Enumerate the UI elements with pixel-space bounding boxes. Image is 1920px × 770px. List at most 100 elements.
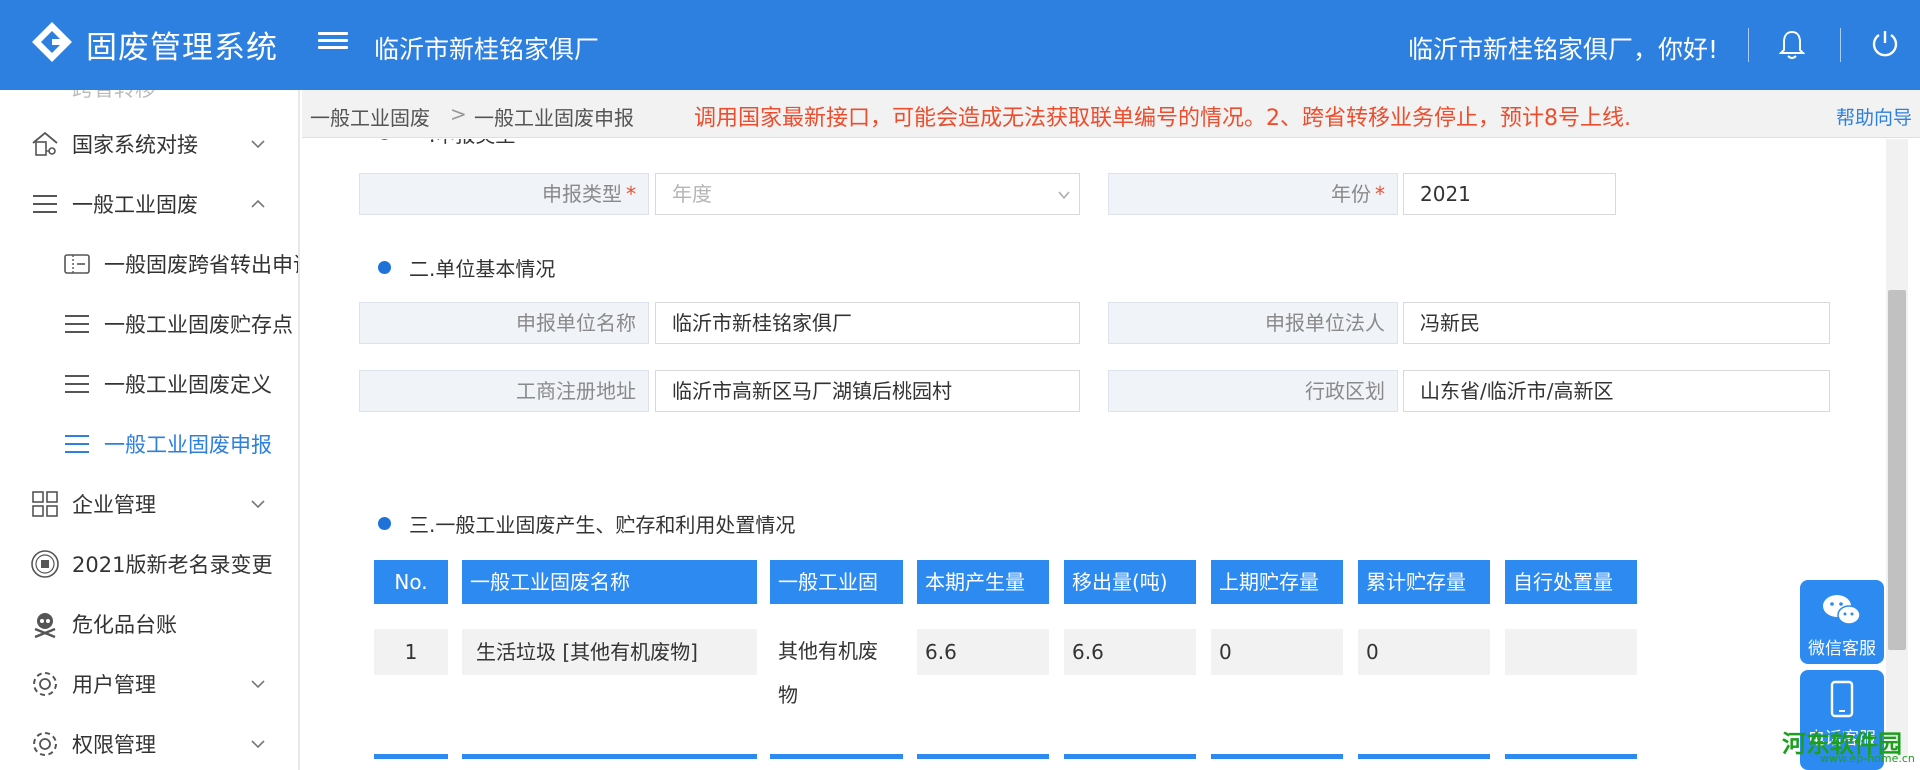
section-title: 一.申报类型 bbox=[378, 139, 515, 148]
sidebar-item-label: 危化品台账 bbox=[72, 613, 177, 637]
year-input[interactable]: 2021 bbox=[1403, 173, 1616, 215]
sidebar-item-label: 一般工业固废贮存点 bbox=[104, 313, 293, 337]
wechat-service-label: 微信客服 bbox=[1808, 639, 1876, 659]
breadcrumb-level1[interactable]: 一般工业固废 bbox=[310, 102, 430, 131]
address-label: 工商注册地址 bbox=[359, 370, 649, 412]
chevron-up-icon bbox=[251, 199, 265, 208]
sidebar-item-label: 一般固废跨省转出申请 bbox=[104, 253, 300, 277]
legal-person-input[interactable]: 冯新民 bbox=[1403, 302, 1830, 344]
list-icon bbox=[65, 315, 89, 333]
table-header-partial bbox=[374, 754, 448, 759]
sidebar-item-permissions[interactable]: 权限管理 bbox=[0, 716, 298, 770]
bullet-dot bbox=[378, 139, 391, 140]
header-divider bbox=[1748, 28, 1749, 62]
main-content: 一.申报类型 申报类型* 年度 年份* 2021 二.单位基本情况 申报单位名称… bbox=[302, 139, 1886, 759]
bell-icon[interactable] bbox=[1777, 29, 1807, 61]
chevron-down-icon bbox=[251, 500, 265, 509]
scrollbar-thumb[interactable] bbox=[1888, 290, 1906, 650]
table-header-total-stored: 累计贮存量 bbox=[1358, 560, 1490, 604]
breadcrumb-separator: > bbox=[450, 102, 467, 126]
table-header-partial bbox=[917, 754, 1049, 759]
app-logo-icon bbox=[32, 22, 72, 62]
sidebar-item-declaration[interactable]: 一般工业固废申报 bbox=[0, 416, 298, 472]
top-header: 固废管理系统 临沂市新桂铭家俱厂 临沂市新桂铭家俱厂，你好! bbox=[0, 0, 1920, 90]
table-header-prev-stored: 上期贮存量 bbox=[1211, 560, 1343, 604]
legal-person-label: 申报单位法人 bbox=[1108, 302, 1398, 344]
power-icon[interactable] bbox=[1869, 28, 1901, 60]
menu-toggle-icon[interactable] bbox=[318, 28, 348, 58]
sidebar-item-label: 企业管理 bbox=[72, 493, 156, 517]
sidebar-item-label: 一般工业固废定义 bbox=[104, 373, 272, 397]
breadcrumb-level2: 一般工业固废申报 bbox=[474, 106, 634, 130]
sidebar-item-label: 国家系统对接 bbox=[72, 133, 198, 157]
table-cell-category[interactable]: 其他有机废物 bbox=[770, 629, 903, 719]
sidebar-item-definition[interactable]: 一般工业固废定义 bbox=[0, 356, 298, 412]
table-cell-no: 1 bbox=[374, 629, 448, 675]
org-name: 临沂市新桂铭家俱厂 bbox=[374, 35, 600, 64]
sidebar-item-enterprise[interactable]: 企业管理 bbox=[0, 476, 298, 532]
sidebar-item-partial[interactable]: 跨省转移 bbox=[0, 90, 298, 116]
chevron-down-icon bbox=[251, 680, 265, 689]
table-header-partial bbox=[1505, 754, 1637, 759]
watermark-url: www.ep-home.cn bbox=[1820, 752, 1915, 765]
bullet-dot bbox=[378, 261, 391, 274]
table-cell-moved-out[interactable]: 6.6 bbox=[1064, 629, 1196, 675]
table-header-category: 一般工业固 bbox=[770, 560, 903, 604]
section-title: 二.单位基本情况 bbox=[378, 253, 555, 282]
table-header-partial bbox=[462, 754, 757, 759]
notice-marquee: 调用国家最新接口，可能会造成无法获取联单编号的情况。2、跨省转移业务停止，预计8… bbox=[694, 106, 1631, 131]
table-cell-self-disposed[interactable] bbox=[1505, 629, 1637, 675]
user-greeting: 临沂市新桂铭家俱厂，你好! bbox=[1407, 35, 1718, 64]
app-title: 固废管理系统 bbox=[86, 30, 278, 66]
report-type-select[interactable]: 年度 bbox=[655, 173, 1080, 215]
table-header-self-disposed: 自行处置量 bbox=[1505, 560, 1637, 604]
unit-name-input[interactable]: 临沂市新桂铭家俱厂 bbox=[655, 302, 1080, 344]
table-header-partial bbox=[1358, 754, 1490, 759]
chevron-down-icon bbox=[251, 740, 265, 749]
sidebar-item-label: 一般工业固废申报 bbox=[104, 433, 272, 457]
sidebar-item-label: 用户管理 bbox=[72, 673, 156, 697]
sidebar-item-label: 2021版新老名录变更 bbox=[72, 553, 273, 577]
region-input[interactable]: 山东省/临沂市/高新区 bbox=[1403, 370, 1830, 412]
chevron-down-icon bbox=[1058, 191, 1070, 200]
table-header-produced: 本期产生量 bbox=[917, 560, 1049, 604]
building-network-icon bbox=[32, 131, 58, 156]
table-header-partial bbox=[770, 754, 903, 759]
list-icon bbox=[33, 195, 57, 213]
sidebar: 跨省转移 国家系统对接 一般工业固废 一般固废跨省转出申请 bbox=[0, 90, 300, 770]
sidebar-item-general-industrial-waste[interactable]: 一般工业固废 bbox=[0, 176, 298, 232]
wechat-icon bbox=[1823, 595, 1861, 625]
ticket-icon bbox=[64, 254, 90, 274]
address-input[interactable]: 临沂市高新区马厂湖镇后桃园村 bbox=[655, 370, 1080, 412]
table-cell-name[interactable]: 生活垃圾 [其他有机废物] bbox=[462, 629, 757, 675]
sidebar-item-catalog-change[interactable]: 2021版新老名录变更 bbox=[0, 536, 298, 592]
table-cell-prev-stored[interactable]: 0 bbox=[1211, 629, 1343, 675]
mobile-phone-icon bbox=[1830, 680, 1854, 718]
sidebar-item-storage-point[interactable]: 一般工业固废贮存点 bbox=[0, 296, 298, 352]
gear-icon bbox=[33, 672, 57, 696]
help-guide-link[interactable]: 帮助向导 bbox=[1836, 103, 1912, 130]
list-icon bbox=[65, 375, 89, 393]
bullet-dot bbox=[378, 517, 391, 530]
table-header-partial bbox=[1211, 754, 1343, 759]
table-header-moved-out: 移出量(吨) bbox=[1064, 560, 1196, 604]
wechat-service-button[interactable]: 微信客服 bbox=[1800, 580, 1884, 664]
unit-name-label: 申报单位名称 bbox=[359, 302, 649, 344]
sidebar-item-label: 权限管理 bbox=[72, 733, 156, 757]
seal-icon bbox=[31, 550, 59, 578]
header-divider bbox=[1840, 28, 1841, 62]
table-header-no: No. bbox=[374, 560, 448, 604]
section-title: 三.一般工业固废产生、贮存和利用处置情况 bbox=[378, 509, 795, 538]
breadcrumb: 一般工业固废 > 一般工业固废申报 调用国家最新接口，可能会造成无法获取联单编号… bbox=[302, 90, 1920, 138]
sidebar-item-hazchem[interactable]: 危化品台账 bbox=[0, 596, 298, 652]
sidebar-item-cross-province-out[interactable]: 一般固废跨省转出申请 bbox=[0, 236, 300, 292]
region-label: 行政区划 bbox=[1108, 370, 1398, 412]
report-type-label: 申报类型 * bbox=[359, 173, 649, 215]
table-cell-produced[interactable]: 6.6 bbox=[917, 629, 1049, 675]
sidebar-item-label: 跨省转移 bbox=[72, 90, 156, 103]
sidebar-item-national-system[interactable]: 国家系统对接 bbox=[0, 116, 298, 172]
skull-icon bbox=[34, 613, 56, 639]
table-cell-total-stored[interactable]: 0 bbox=[1358, 629, 1490, 675]
year-label: 年份 * bbox=[1108, 173, 1398, 215]
sidebar-item-users[interactable]: 用户管理 bbox=[0, 656, 298, 712]
